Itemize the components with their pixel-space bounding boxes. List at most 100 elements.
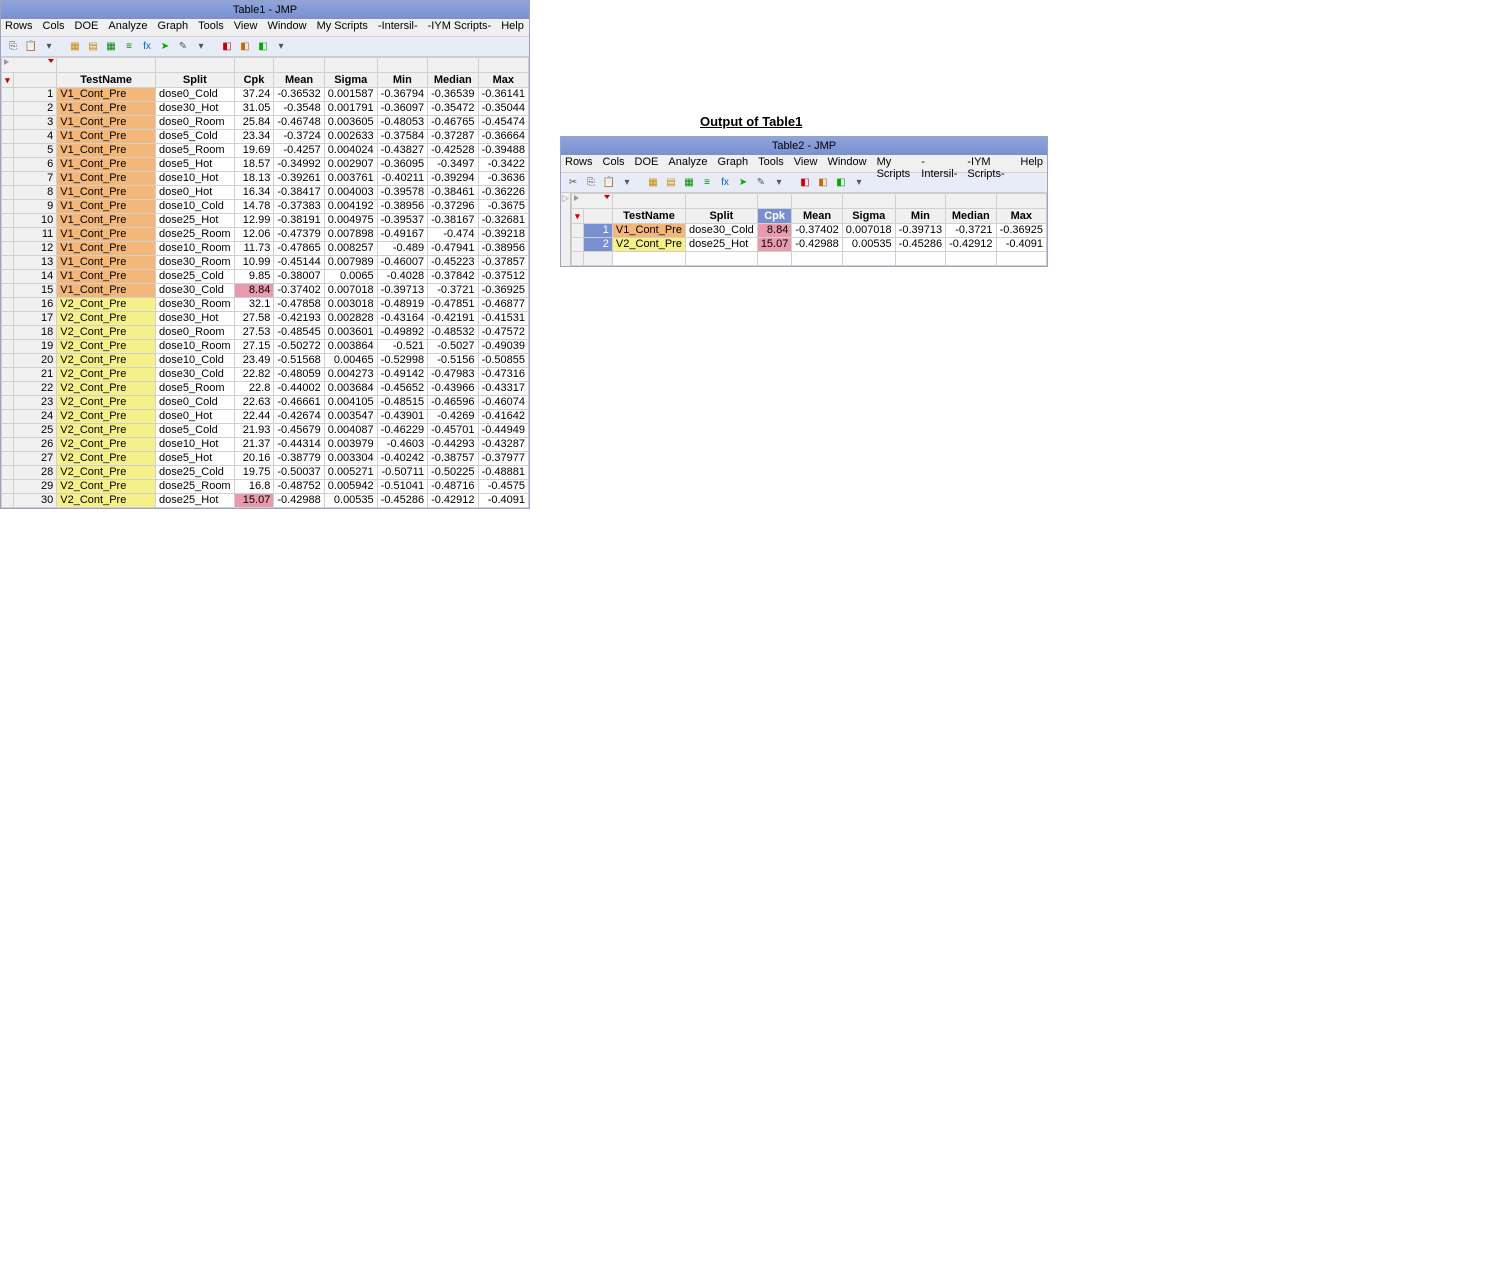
paste2-icon[interactable]: 📋 [601, 175, 617, 191]
dropdown2-icon[interactable]: ▾ [193, 39, 209, 55]
menu-item-rows[interactable]: Rows [565, 156, 593, 171]
table-row[interactable]: 3V1_Cont_Predose0_Room25.84-0.467480.003… [2, 116, 529, 130]
table-row[interactable]: 20V2_Cont_Predose10_Cold23.49-0.515680.0… [2, 354, 529, 368]
table2-icon[interactable]: ▦ [645, 175, 661, 191]
menu-item-intersil[interactable]: -Intersil- [921, 156, 957, 171]
col-header-max[interactable]: Max [478, 73, 528, 88]
col-header-min[interactable]: Min [377, 73, 427, 88]
table-row[interactable]: 12V1_Cont_Predose10_Room11.73-0.478650.0… [2, 242, 529, 256]
arrow2-icon[interactable]: ➤ [735, 175, 751, 191]
menu-item-view[interactable]: View [794, 156, 818, 171]
fx-icon[interactable]: fx [139, 39, 155, 55]
menu-item-iymscripts[interactable]: -IYM Scripts- [428, 20, 492, 35]
red-icon[interactable]: ◧ [219, 39, 235, 55]
col-header-median[interactable]: Median [428, 73, 478, 88]
fx2-icon[interactable]: fx [717, 175, 733, 191]
menu-item-doe[interactable]: DOE [635, 156, 659, 171]
table-row[interactable]: 4V1_Cont_Predose5_Cold23.34-0.37240.0026… [2, 130, 529, 144]
pencil-icon[interactable]: ✎ [175, 39, 191, 55]
paste-icon[interactable]: 📋 [23, 39, 39, 55]
menu-item-intersil[interactable]: -Intersil- [378, 20, 418, 35]
table-row[interactable]: 26V2_Cont_Predose10_Hot21.37-0.443140.00… [2, 438, 529, 452]
col-header-mean[interactable]: Mean [792, 209, 842, 224]
orange2-icon[interactable]: ◧ [815, 175, 831, 191]
table-row[interactable]: 13V1_Cont_Predose30_Room10.99-0.451440.0… [2, 256, 529, 270]
grid-icon[interactable]: ▤ [85, 39, 101, 55]
col-header-testname[interactable]: TestName [57, 73, 156, 88]
col-header-cpk[interactable]: Cpk [234, 73, 274, 88]
menu-item-cols[interactable]: Cols [43, 20, 65, 35]
orange-icon[interactable]: ◧ [237, 39, 253, 55]
menu-item-view[interactable]: View [234, 20, 258, 35]
table-row[interactable]: 1V1_Cont_Predose30_Cold8.84-0.374020.007… [571, 224, 1046, 238]
menu-item-myscripts[interactable]: My Scripts [877, 156, 912, 171]
col-header-testname[interactable]: TestName [612, 209, 685, 224]
dropdown3-icon[interactable]: ▾ [273, 39, 289, 55]
table-row[interactable]: 1V1_Cont_Predose0_Cold37.24-0.365320.001… [2, 88, 529, 102]
arrow-icon[interactable]: ➤ [157, 39, 173, 55]
green3-icon[interactable]: ◧ [833, 175, 849, 191]
col-header-median[interactable]: Median [946, 209, 996, 224]
table-row[interactable]: 24V2_Cont_Predose0_Hot22.44-0.426740.003… [2, 410, 529, 424]
table-row[interactable]: 23V2_Cont_Predose0_Cold22.63-0.466610.00… [2, 396, 529, 410]
table-row[interactable]: 16V2_Cont_Predose30_Room32.1-0.478580.00… [2, 298, 529, 312]
copy2-icon[interactable]: ⎘ [583, 175, 599, 191]
table-row[interactable]: 29V2_Cont_Predose25_Room16.8-0.487520.00… [2, 480, 529, 494]
table-row[interactable]: 14V1_Cont_Predose25_Cold9.85-0.380070.00… [2, 270, 529, 284]
table-row[interactable]: 15V1_Cont_Predose30_Cold8.84-0.374020.00… [2, 284, 529, 298]
dropdown-icon[interactable]: ▾ [41, 39, 57, 55]
table-row[interactable]: 28V2_Cont_Predose25_Cold19.75-0.500370.0… [2, 466, 529, 480]
menu-item-graph[interactable]: Graph [158, 20, 189, 35]
menu-item-window[interactable]: Window [267, 20, 306, 35]
table-row[interactable]: 25V2_Cont_Predose5_Cold21.93-0.456790.00… [2, 424, 529, 438]
col-header-cpk[interactable]: Cpk [757, 209, 792, 224]
table-row[interactable]: 11V1_Cont_Predose25_Room12.06-0.473790.0… [2, 228, 529, 242]
green2-icon[interactable]: ◧ [255, 39, 271, 55]
dropdown5-icon[interactable]: ▾ [771, 175, 787, 191]
cells-icon[interactable]: ▦ [103, 39, 119, 55]
table-row[interactable]: 21V2_Cont_Predose30_Cold22.82-0.480590.0… [2, 368, 529, 382]
table-row[interactable]: 2V1_Cont_Predose30_Hot31.05-0.35480.0017… [2, 102, 529, 116]
col-header-sigma[interactable]: Sigma [324, 73, 377, 88]
col-header-min[interactable]: Min [895, 209, 945, 224]
table1-titlebar[interactable]: Table1 - JMP [1, 1, 529, 19]
corner-disclosure[interactable] [571, 194, 612, 209]
menu-item-tools[interactable]: Tools [758, 156, 784, 171]
table-row[interactable]: 17V2_Cont_Predose30_Hot27.58-0.421930.00… [2, 312, 529, 326]
copy-icon[interactable]: ⎘ [5, 39, 21, 55]
table-row[interactable]: 19V2_Cont_Predose10_Room27.15-0.502720.0… [2, 340, 529, 354]
table2-grid[interactable]: ▾ TestNameSplitCpkMeanSigmaMinMedianMax1… [571, 193, 1047, 266]
menu-item-analyze[interactable]: Analyze [108, 20, 147, 35]
menu-item-help[interactable]: Help [501, 20, 524, 35]
row-disclosure-icon[interactable]: ▾ [571, 209, 584, 224]
table-row[interactable]: 5V1_Cont_Predose5_Room19.69-0.42570.0040… [2, 144, 529, 158]
cut-icon[interactable]: ✂ [565, 175, 581, 191]
red2-icon[interactable]: ◧ [797, 175, 813, 191]
dropdown4-icon[interactable]: ▾ [619, 175, 635, 191]
menu-item-window[interactable]: Window [827, 156, 866, 171]
menu-item-cols[interactable]: Cols [603, 156, 625, 171]
col-header-mean[interactable]: Mean [274, 73, 324, 88]
cells2-icon[interactable]: ▦ [681, 175, 697, 191]
table-row[interactable]: 6V1_Cont_Predose5_Hot18.57-0.349920.0029… [2, 158, 529, 172]
table2-titlebar[interactable]: Table2 - JMP [561, 137, 1047, 155]
grid2-icon[interactable]: ▤ [663, 175, 679, 191]
menu-item-analyze[interactable]: Analyze [668, 156, 707, 171]
table-row[interactable]: 9V1_Cont_Predose10_Cold14.78-0.373830.00… [2, 200, 529, 214]
col-header-split[interactable]: Split [156, 73, 235, 88]
menu-item-doe[interactable]: DOE [75, 20, 99, 35]
table-row[interactable]: 10V1_Cont_Predose25_Hot12.99-0.381910.00… [2, 214, 529, 228]
table1-grid[interactable]: ▾ TestNameSplitCpkMeanSigmaMinMedianMax1… [1, 57, 529, 508]
sort2-icon[interactable]: ≡ [699, 175, 715, 191]
corner-disclosure[interactable] [2, 58, 57, 73]
col-header-sigma[interactable]: Sigma [842, 209, 895, 224]
table-icon[interactable]: ▦ [67, 39, 83, 55]
menu-item-help[interactable]: Help [1020, 156, 1043, 171]
table-row[interactable]: 7V1_Cont_Predose10_Hot18.13-0.392610.003… [2, 172, 529, 186]
menu-item-tools[interactable]: Tools [198, 20, 224, 35]
menu-item-myscripts[interactable]: My Scripts [317, 20, 368, 35]
table-row[interactable]: 18V2_Cont_Predose0_Room27.53-0.485450.00… [2, 326, 529, 340]
table-row[interactable]: 30V2_Cont_Predose25_Hot15.07-0.429880.00… [2, 494, 529, 508]
sort-icon[interactable]: ≡ [121, 39, 137, 55]
col-header-split[interactable]: Split [685, 209, 757, 224]
